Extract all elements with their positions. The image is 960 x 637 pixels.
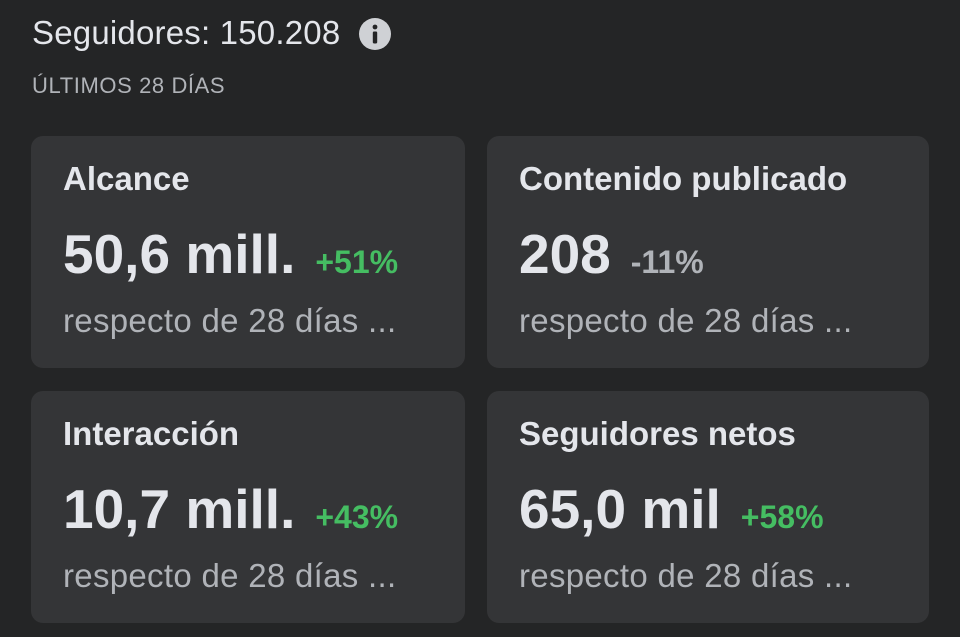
followers-title: Seguidores: 150.208 (32, 14, 341, 51)
metric-card-reach[interactable]: Alcance 50,6 mill. +51% respecto de 28 d… (31, 136, 465, 368)
metric-comparison: respecto de 28 días ... (519, 302, 853, 339)
metric-change: +51% (315, 244, 399, 280)
metric-value-row: 65,0 mil +58% (519, 477, 824, 541)
metric-change: +43% (315, 499, 399, 535)
metric-comparison: respecto de 28 días ... (63, 302, 397, 339)
metric-change: +58% (740, 499, 824, 535)
metric-comparison: respecto de 28 días ... (63, 557, 397, 594)
metric-change: -11% (630, 244, 704, 280)
metric-comparison: respecto de 28 días ... (519, 557, 853, 594)
metric-value: 10,7 mill. (63, 478, 296, 540)
metric-value-row: 208 -11% (519, 222, 704, 286)
metric-value: 208 (519, 223, 611, 285)
metric-value: 65,0 mil (519, 478, 721, 540)
metric-value: 50,6 mill. (63, 223, 296, 285)
metric-card-engagement[interactable]: Interacción 10,7 mill. +43% respecto de … (31, 391, 465, 623)
info-icon[interactable] (358, 17, 392, 51)
metric-value-row: 10,7 mill. +43% (63, 477, 398, 541)
period-label: ÚLTIMOS 28 DÍAS (32, 73, 226, 98)
metric-card-published-content[interactable]: Contenido publicado 208 -11% respecto de… (487, 136, 929, 368)
metric-title: Alcance (63, 160, 190, 197)
metric-title: Interacción (63, 415, 240, 452)
metric-title: Contenido publicado (519, 160, 848, 197)
followers-header: Seguidores: 150.208 (32, 14, 392, 52)
metric-card-net-followers[interactable]: Seguidores netos 65,0 mil +58% respecto … (487, 391, 929, 623)
metric-value-row: 50,6 mill. +51% (63, 222, 398, 286)
metric-title: Seguidores netos (519, 415, 796, 452)
